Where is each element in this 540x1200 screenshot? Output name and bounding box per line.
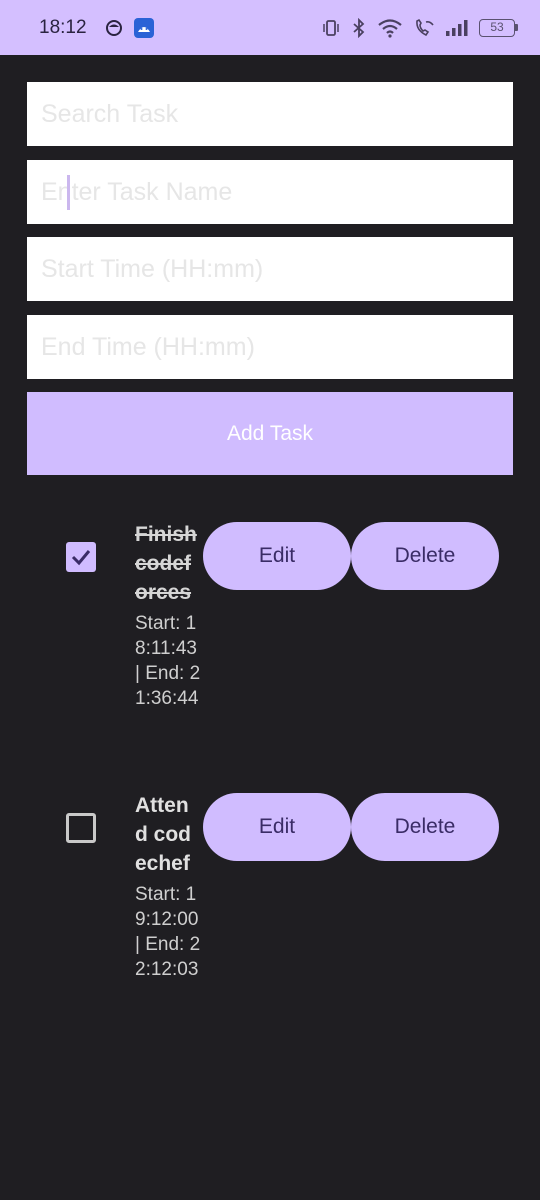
task-checkbox[interactable] (66, 813, 96, 843)
task-time: Start: 19:12:00 | End: 22:12:03 (135, 884, 201, 980)
delete-button[interactable]: Delete (351, 793, 499, 861)
start-time-input[interactable] (41, 237, 513, 301)
text-cursor (67, 175, 70, 210)
search-field[interactable] (27, 82, 513, 146)
wifi-call-icon (413, 18, 435, 38)
task-time: Start: 18:11:43 | End: 21:36:44 (135, 613, 201, 709)
bluetooth-icon (351, 17, 367, 38)
battery-icon: 53 (479, 18, 518, 37)
circle-app-icon (105, 19, 123, 37)
end-time-field[interactable] (27, 315, 513, 379)
status-left-icons (105, 17, 155, 39)
task-name-input[interactable] (41, 160, 513, 224)
edit-button[interactable]: Edit (203, 793, 351, 861)
status-time: 18:12 (39, 16, 87, 38)
check-icon (71, 550, 91, 566)
task-text: Attend codechef Start: 19:12:00 | End: 2… (135, 791, 201, 982)
wifi-icon (377, 18, 403, 38)
task-name: Attend codechef (135, 794, 191, 875)
task-text: Finish codeforces Start: 18:11:43 | End:… (135, 520, 201, 711)
status-right-icons: 53 (321, 17, 518, 38)
delete-button[interactable]: Delete (351, 522, 499, 590)
task-name-field[interactable] (27, 160, 513, 224)
status-bar: 18:12 53 (0, 0, 540, 55)
edit-button[interactable]: Edit (203, 522, 351, 590)
start-time-field[interactable] (27, 237, 513, 301)
vibrate-icon (321, 18, 341, 38)
battery-tip (515, 24, 518, 31)
search-input[interactable] (41, 82, 513, 146)
task-name: Finish codeforces (135, 523, 197, 604)
battery-level: 53 (479, 18, 515, 37)
android-app-icon (133, 17, 155, 39)
signal-icon (445, 19, 469, 37)
add-task-button[interactable]: Add Task (27, 392, 513, 475)
task-checkbox[interactable] (66, 542, 96, 572)
end-time-input[interactable] (41, 315, 513, 379)
